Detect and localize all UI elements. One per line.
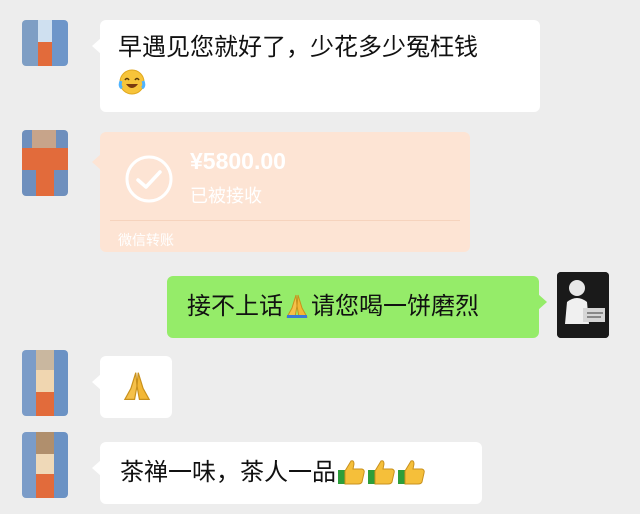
check-circle-icon [124,154,174,204]
thumbs-up-emoji-icon [396,458,426,486]
avatar[interactable] [22,20,68,66]
praying-hands-emoji-icon [283,292,311,320]
message-bubble[interactable]: 接不上话 请您喝一饼磨烈 [167,276,547,338]
avatar[interactable] [557,272,609,338]
message-text: 早遇见您就好了，少花多少冤枉钱 [118,33,478,61]
transfer-status: 已被接收 [190,186,262,207]
divider [110,220,460,221]
message-text: 请您喝一饼磨烈 [311,292,479,320]
avatar[interactable] [22,432,68,498]
message-text: 茶禅一味，茶人一品 [120,458,336,486]
transfer-amount: ¥5800.00 [190,148,286,174]
message-bubble[interactable]: 茶禅一味，茶人一品 [92,442,482,504]
praying-hands-emoji-icon [120,369,152,403]
avatar[interactable] [22,350,68,416]
avatar[interactable] [22,130,68,196]
transfer-caption: 微信转账 [118,233,174,249]
message-text: 接不上话 [187,292,283,320]
transfer-card[interactable]: ¥5800.00 已被接收 微信转账 [92,132,470,252]
message-bubble[interactable] [92,356,172,418]
thumbs-up-emoji-icon [336,458,366,486]
message-bubble[interactable]: 早遇见您就好了，少花多少冤枉钱 [92,20,540,112]
thumbs-up-emoji-icon [366,458,396,486]
laughing-crying-emoji-icon [118,68,522,96]
